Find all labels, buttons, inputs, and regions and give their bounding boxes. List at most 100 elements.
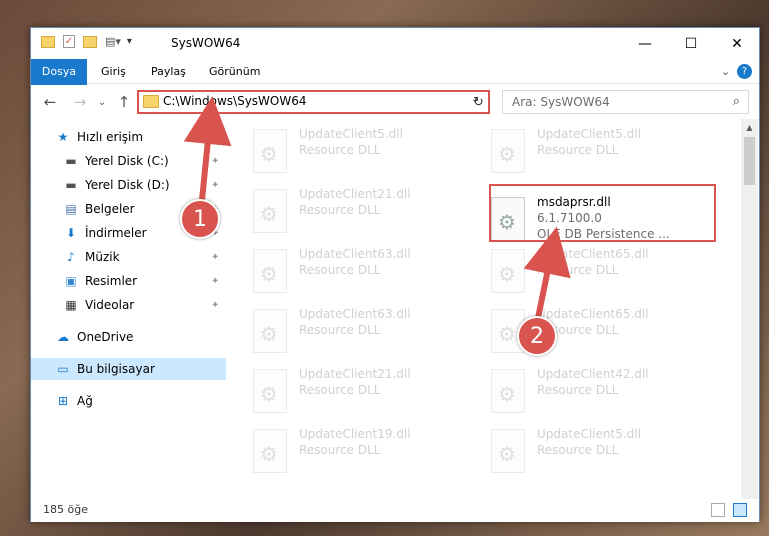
- pin-icon[interactable]: ✦: [211, 156, 219, 167]
- sidebar-item-label: Yerel Disk (D:): [85, 178, 170, 192]
- scroll-up-icon[interactable]: ▲: [741, 119, 758, 136]
- customize-toolbar-icon[interactable]: ▤▾: [105, 35, 121, 48]
- file-description: Resource DLL: [537, 143, 619, 157]
- sidebar-item-label: Belgeler: [85, 202, 135, 216]
- file-item[interactable]: ⚙ UpdateClient5.dll Resource DLL: [231, 123, 461, 179]
- quick-access-toolbar: ✓ ▤▾ ▾: [41, 35, 132, 48]
- navigation-bar: ← → ⌄ ↑ C:\Windows\SysWOW64 ⌄ ↻ Ara: Sys…: [31, 85, 759, 119]
- computer-icon: ▭: [57, 362, 69, 376]
- sidebar-item[interactable]: ▬ Yerel Disk (D:) ✦: [31, 174, 226, 196]
- folder-icon: [143, 95, 159, 108]
- sidebar-item[interactable]: ▭ Bu bilgisayar: [31, 358, 226, 380]
- file-name: UpdateClient63.dll: [299, 307, 411, 321]
- gear-icon: ⚙: [260, 262, 278, 286]
- dll-file-icon: ⚙: [253, 429, 287, 473]
- pin-icon[interactable]: ✦: [211, 252, 219, 263]
- sidebar-item-label: Yerel Disk (C:): [85, 154, 169, 168]
- vertical-scrollbar[interactable]: ▲: [741, 119, 758, 499]
- step-badge-1: 1: [180, 199, 220, 239]
- gear-icon: ⚙: [260, 142, 278, 166]
- file-description: Resource DLL: [299, 383, 381, 397]
- file-item[interactable]: ⚙ UpdateClient42.dll Resource DLL: [469, 363, 699, 419]
- minimize-button[interactable]: —: [622, 28, 668, 59]
- toolbar-dropdown-icon[interactable]: ▾: [127, 36, 132, 47]
- refresh-icon[interactable]: ↻: [469, 90, 488, 114]
- dll-file-icon: ⚙: [491, 369, 525, 413]
- folder-icon: [41, 35, 55, 48]
- search-icon[interactable]: ⌕: [733, 94, 740, 109]
- file-item[interactable]: ⚙ UpdateClient21.dll Resource DLL: [231, 363, 461, 419]
- file-name: UpdateClient19.dll: [299, 427, 411, 441]
- recent-locations-icon[interactable]: ⌄: [91, 91, 113, 113]
- gear-icon: ⚙: [498, 262, 516, 286]
- file-item[interactable]: ⚙ UpdateClient65.dll Resource DLL: [469, 243, 699, 299]
- file-name: UpdateClient65.dll: [537, 307, 649, 321]
- ribbon-expand-icon[interactable]: ⌄: [711, 59, 740, 84]
- sidebar-item[interactable]: ☁ OneDrive: [31, 326, 226, 348]
- tab-share[interactable]: Paylaş: [141, 59, 196, 84]
- sidebar-item[interactable]: ▣ Resimler ✦: [31, 270, 226, 292]
- pin-icon[interactable]: ✦: [211, 300, 219, 311]
- tab-home[interactable]: Giriş: [91, 59, 136, 84]
- file-name: UpdateClient5.dll: [537, 427, 641, 441]
- file-item[interactable]: ⚙ UpdateClient19.dll Resource DLL: [231, 423, 461, 479]
- gear-icon: ⚙: [498, 322, 516, 346]
- file-list: ⚙ UpdateClient5.dll Resource DLL ⚙ UpdateCli…: [231, 119, 741, 499]
- window-title: SysWOW64: [171, 36, 241, 50]
- drive-icon: ▬: [65, 178, 77, 192]
- step-badge-2: 2: [517, 316, 557, 356]
- properties-icon[interactable]: ✓: [63, 35, 75, 48]
- close-button[interactable]: ✕: [714, 28, 760, 59]
- file-description: Resource DLL: [537, 263, 619, 277]
- file-description: Resource DLL: [299, 203, 381, 217]
- new-folder-icon[interactable]: [83, 35, 97, 48]
- sidebar-item[interactable]: ▬ Yerel Disk (C:) ✦: [31, 150, 226, 172]
- dll-file-icon: ⚙: [253, 309, 287, 353]
- file-name: UpdateClient65.dll: [537, 247, 649, 261]
- up-arrow-icon[interactable]: ↑: [113, 91, 135, 113]
- cloud-icon: ☁: [57, 330, 69, 344]
- gear-icon: ⚙: [260, 382, 278, 406]
- dll-file-icon: ⚙: [491, 249, 525, 293]
- sidebar-item[interactable]: ★ Hızlı erişim: [31, 126, 226, 148]
- highlight-box: [489, 184, 716, 242]
- address-path[interactable]: C:\Windows\SysWOW64: [163, 94, 307, 108]
- drive-icon: ▬: [65, 154, 77, 168]
- title-bar: ✓ ▤▾ ▾ SysWOW64 — ☐ ✕: [31, 28, 759, 59]
- file-item[interactable]: ⚙ UpdateClient21.dll Resource DLL: [231, 183, 461, 239]
- dll-file-icon: ⚙: [253, 369, 287, 413]
- download-icon: ⬇: [65, 226, 77, 240]
- pin-icon[interactable]: ✦: [211, 180, 219, 191]
- file-description: Resource DLL: [299, 323, 381, 337]
- file-description: Resource DLL: [537, 383, 619, 397]
- help-icon[interactable]: ?: [737, 64, 752, 79]
- file-item[interactable]: ⚙ UpdateClient63.dll Resource DLL: [231, 303, 461, 359]
- file-item[interactable]: ⚙ UpdateClient5.dll Resource DLL: [469, 123, 699, 179]
- address-bar[interactable]: C:\Windows\SysWOW64 ⌄: [137, 90, 490, 114]
- sidebar-item-label: OneDrive: [77, 330, 134, 344]
- sidebar-item-label: Resimler: [85, 274, 138, 288]
- sidebar-item-label: Müzik: [85, 250, 120, 264]
- gear-icon: ⚙: [260, 202, 278, 226]
- item-count: 185 öğe: [43, 503, 88, 516]
- file-item[interactable]: ⚙ UpdateClient65.dll Resource DLL: [469, 303, 699, 359]
- tab-view[interactable]: Görünüm: [199, 59, 270, 84]
- large-icons-view-icon[interactable]: [733, 503, 747, 517]
- maximize-button[interactable]: ☐: [668, 28, 714, 59]
- back-arrow-icon[interactable]: ←: [39, 91, 61, 113]
- forward-arrow-icon[interactable]: →: [69, 91, 91, 113]
- sidebar-item[interactable]: ▦ Videolar ✦: [31, 294, 226, 316]
- pin-icon[interactable]: ✦: [211, 276, 219, 287]
- search-input[interactable]: Ara: SysWOW64 ⌕: [502, 90, 749, 114]
- documents-icon: ▤: [65, 202, 77, 216]
- sidebar-item-label: Ağ: [77, 394, 93, 408]
- network-icon: ⊞: [57, 394, 69, 408]
- sidebar-item[interactable]: ⊞ Ağ: [31, 390, 226, 412]
- sidebar-item[interactable]: ♪ Müzik ✦: [31, 246, 226, 268]
- file-name: UpdateClient21.dll: [299, 367, 411, 381]
- file-item[interactable]: ⚙ UpdateClient63.dll Resource DLL: [231, 243, 461, 299]
- explorer-window: ✓ ▤▾ ▾ SysWOW64 — ☐ ✕ Dosya Giriş Paylaş…: [30, 27, 760, 522]
- file-item[interactable]: ⚙ UpdateClient5.dll Resource DLL: [469, 423, 699, 479]
- details-view-icon[interactable]: [711, 503, 725, 517]
- scrollbar-thumb[interactable]: [744, 137, 755, 185]
